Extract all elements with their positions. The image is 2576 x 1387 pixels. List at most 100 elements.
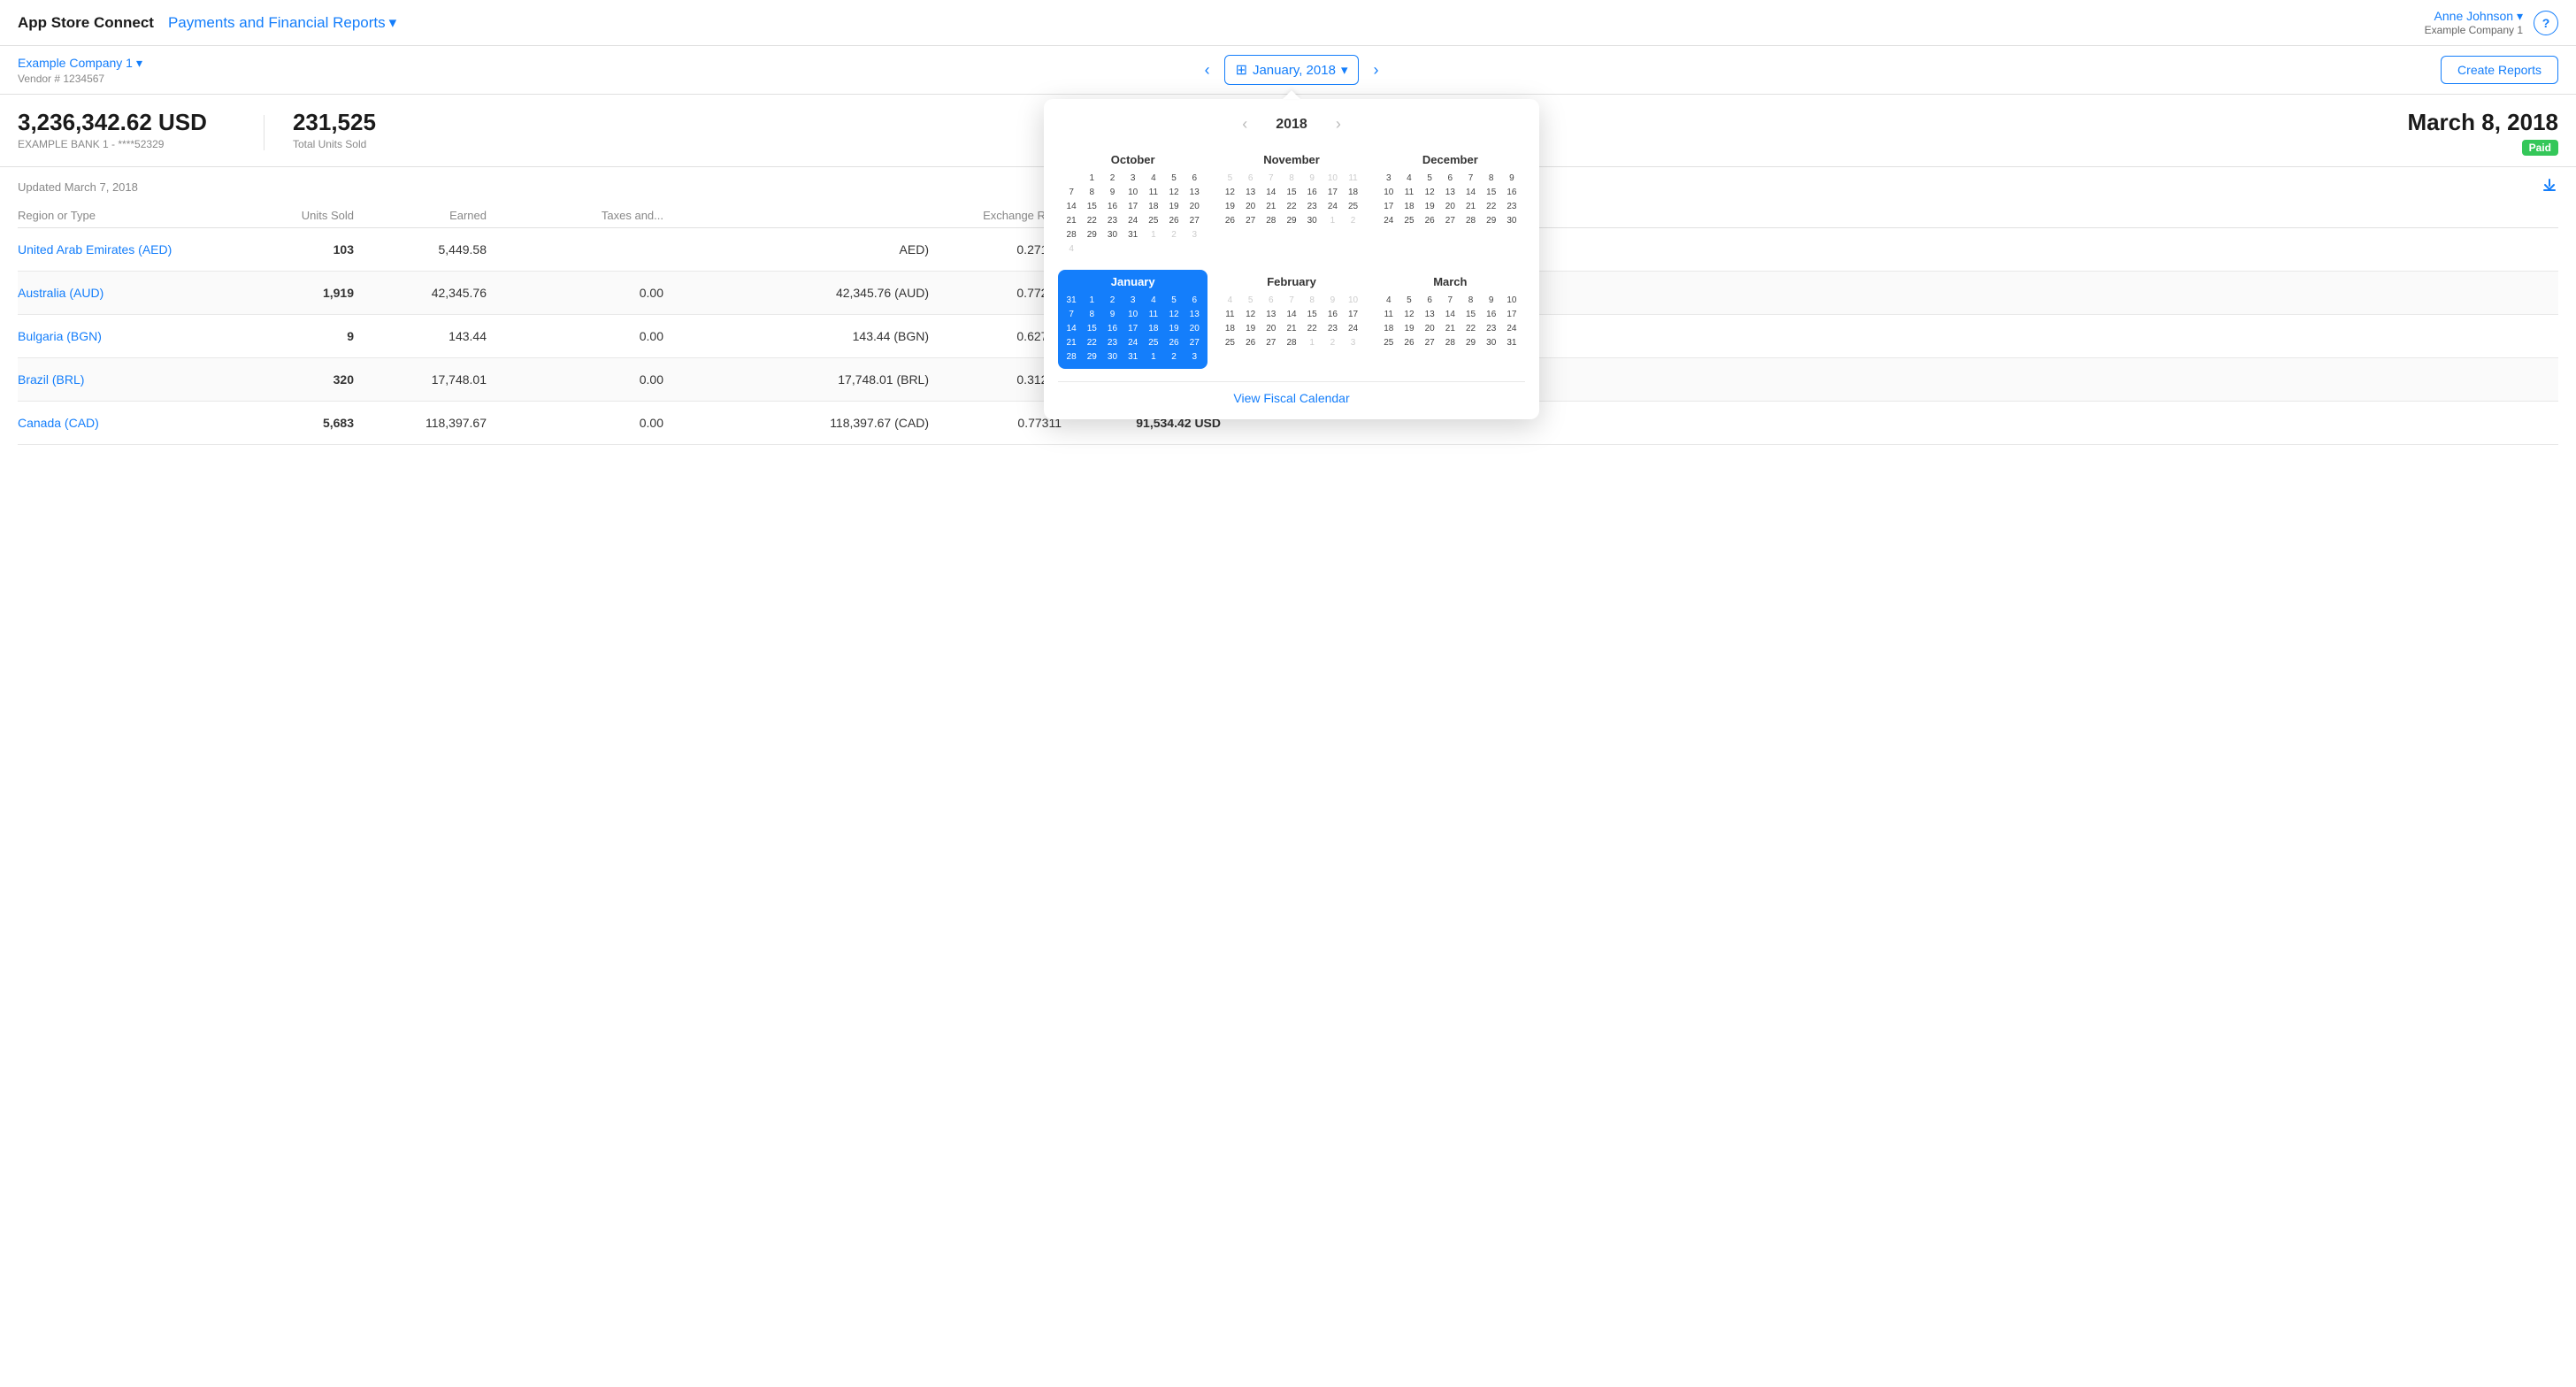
cal-day[interactable]: 13 (1184, 308, 1204, 321)
cal-day[interactable]: 24 (1502, 322, 1522, 335)
cal-day[interactable]: 28 (1062, 350, 1081, 364)
cal-day[interactable]: 12 (1164, 308, 1184, 321)
cal-day[interactable]: 26 (1164, 336, 1184, 349)
cal-day[interactable]: 13 (1420, 308, 1439, 321)
cal-day[interactable]: 26 (1220, 214, 1239, 227)
cal-day[interactable]: 3 (1123, 294, 1143, 307)
help-button[interactable]: ? (2534, 11, 2558, 35)
cal-day[interactable]: 30 (1302, 214, 1322, 227)
cal-day[interactable]: 30 (1102, 228, 1122, 241)
cal-day[interactable]: 28 (1460, 214, 1480, 227)
cal-day[interactable]: 18 (1220, 322, 1239, 335)
cal-day[interactable]: 16 (1102, 200, 1122, 213)
cal-day[interactable]: 11 (1220, 308, 1239, 321)
cal-day[interactable]: 9 (1482, 294, 1501, 307)
region-link[interactable]: United Arab Emirates (AED) (18, 242, 248, 257)
cal-day[interactable]: 15 (1302, 308, 1322, 321)
cal-day[interactable]: 2 (1102, 294, 1122, 307)
cal-day[interactable]: 29 (1282, 214, 1301, 227)
next-year-button[interactable]: › (1329, 113, 1348, 135)
cal-day[interactable]: 5 (1399, 294, 1419, 307)
cal-day[interactable]: 22 (1460, 322, 1480, 335)
cal-day[interactable]: 25 (1144, 336, 1163, 349)
cal-day[interactable]: 14 (1261, 186, 1281, 199)
cal-day[interactable]: 13 (1440, 186, 1460, 199)
cal-day[interactable]: 18 (1399, 200, 1419, 213)
cal-day[interactable]: 27 (1184, 214, 1204, 227)
cal-day[interactable]: 11 (1144, 186, 1163, 199)
region-link[interactable]: Australia (AUD) (18, 286, 248, 300)
cal-day[interactable]: 11 (1144, 308, 1163, 321)
cal-day[interactable]: 23 (1102, 214, 1122, 227)
cal-day[interactable]: 23 (1482, 322, 1501, 335)
cal-day[interactable]: 20 (1241, 200, 1261, 213)
cal-day[interactable]: 21 (1062, 214, 1081, 227)
cal-day[interactable]: 3 (1379, 172, 1399, 185)
cal-day[interactable]: 18 (1379, 322, 1399, 335)
cal-day[interactable]: 22 (1302, 322, 1322, 335)
cal-day[interactable]: 7 (1440, 294, 1460, 307)
cal-day[interactable]: 15 (1482, 186, 1501, 199)
cal-day[interactable]: 23 (1302, 200, 1322, 213)
cal-day[interactable]: 21 (1460, 200, 1480, 213)
cal-day[interactable]: 20 (1261, 322, 1281, 335)
cal-day[interactable]: 26 (1164, 214, 1184, 227)
company-selector[interactable]: Example Company 1 ▾ (18, 56, 142, 71)
cal-day[interactable]: 19 (1399, 322, 1419, 335)
cal-day[interactable]: 6 (1440, 172, 1460, 185)
cal-day[interactable]: 28 (1062, 228, 1081, 241)
cal-day[interactable]: 26 (1420, 214, 1439, 227)
cal-day[interactable]: 26 (1399, 336, 1419, 349)
cal-day[interactable]: 12 (1164, 186, 1184, 199)
cal-day[interactable]: 27 (1184, 336, 1204, 349)
cal-day[interactable]: 21 (1261, 200, 1281, 213)
cal-day[interactable]: 10 (1123, 186, 1143, 199)
cal-day[interactable]: 4 (1144, 172, 1163, 185)
cal-day[interactable]: 9 (1502, 172, 1522, 185)
cal-day[interactable]: 2 (1102, 172, 1122, 185)
cal-day[interactable]: 30 (1502, 214, 1522, 227)
cal-day[interactable]: 12 (1241, 308, 1261, 321)
cal-day[interactable]: 12 (1399, 308, 1419, 321)
cal-day[interactable]: 18 (1144, 200, 1163, 213)
cal-day[interactable]: 24 (1322, 200, 1342, 213)
cal-day[interactable]: 4 (1399, 172, 1419, 185)
cal-day[interactable]: 28 (1440, 336, 1460, 349)
cal-day[interactable]: 8 (1082, 186, 1101, 199)
cal-day[interactable]: 6 (1420, 294, 1439, 307)
cal-day[interactable]: 14 (1062, 200, 1081, 213)
cal-day[interactable]: 15 (1282, 186, 1301, 199)
cal-day[interactable]: 10 (1379, 186, 1399, 199)
cal-day[interactable]: 5 (1164, 172, 1184, 185)
cal-day[interactable]: 18 (1144, 322, 1163, 335)
cal-day[interactable]: 24 (1123, 214, 1143, 227)
cal-day[interactable]: 11 (1379, 308, 1399, 321)
cal-day[interactable]: 18 (1343, 186, 1362, 199)
cal-day[interactable]: 28 (1282, 336, 1301, 349)
cal-day[interactable]: 19 (1220, 200, 1239, 213)
cal-day[interactable]: 25 (1144, 214, 1163, 227)
cal-day[interactable]: 7 (1460, 172, 1480, 185)
cal-day[interactable]: 28 (1261, 214, 1281, 227)
section-title[interactable]: Payments and Financial Reports ▾ (168, 14, 396, 32)
cal-day[interactable]: 22 (1482, 200, 1501, 213)
cal-day[interactable]: 8 (1460, 294, 1480, 307)
prev-month-button[interactable]: ‹ (1198, 57, 1217, 83)
cal-day[interactable]: 9 (1102, 308, 1122, 321)
cal-day[interactable]: 17 (1379, 200, 1399, 213)
cal-day[interactable]: 23 (1102, 336, 1122, 349)
cal-day[interactable]: 25 (1379, 336, 1399, 349)
cal-day[interactable]: 12 (1420, 186, 1439, 199)
cal-day[interactable]: 16 (1322, 308, 1342, 321)
cal-day[interactable]: 27 (1440, 214, 1460, 227)
cal-day[interactable]: 20 (1440, 200, 1460, 213)
cal-day[interactable]: 26 (1241, 336, 1261, 349)
cal-day[interactable]: 16 (1102, 322, 1122, 335)
cal-day[interactable]: 16 (1482, 308, 1501, 321)
region-link[interactable]: Brazil (BRL) (18, 372, 248, 387)
cal-day[interactable]: 19 (1241, 322, 1261, 335)
cal-day[interactable]: 13 (1241, 186, 1261, 199)
cal-day[interactable]: 29 (1482, 214, 1501, 227)
cal-day[interactable]: 16 (1302, 186, 1322, 199)
cal-day[interactable]: 31 (1123, 228, 1143, 241)
